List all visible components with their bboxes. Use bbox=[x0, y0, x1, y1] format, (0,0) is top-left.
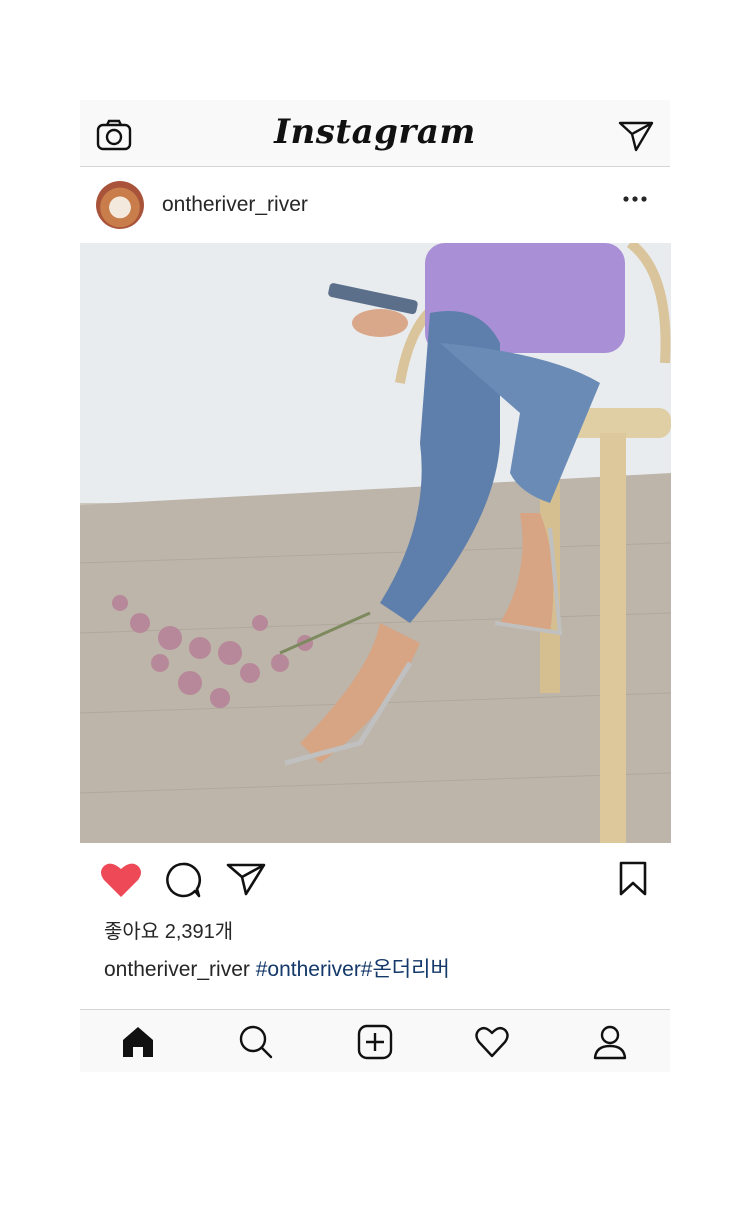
bookmark-icon[interactable] bbox=[618, 861, 648, 897]
caption-hashtags[interactable]: #ontheriver#온더리버 bbox=[256, 958, 450, 981]
share-icon[interactable] bbox=[226, 861, 266, 897]
app-logo: Instagram bbox=[274, 112, 476, 152]
post-username[interactable]: ontheriver_river bbox=[162, 193, 308, 217]
instagram-frame: Instagram ontheriver_river 좋아요 2,391개 on… bbox=[80, 100, 671, 1072]
post-actions bbox=[80, 843, 670, 917]
profile-icon[interactable] bbox=[592, 1024, 628, 1060]
caption-username[interactable]: ontheriver_river bbox=[104, 958, 250, 981]
photo-illustration bbox=[80, 243, 671, 843]
heart-icon[interactable] bbox=[100, 861, 142, 899]
send-icon[interactable] bbox=[618, 120, 654, 152]
bottom-nav bbox=[80, 1009, 670, 1072]
avatar[interactable] bbox=[96, 181, 144, 229]
top-bar: Instagram bbox=[80, 100, 670, 167]
activity-heart-icon[interactable] bbox=[474, 1024, 510, 1060]
more-options-icon[interactable] bbox=[622, 193, 648, 205]
likes-count[interactable]: 좋아요 2,391개 bbox=[80, 917, 670, 955]
caption: ontheriver_river #ontheriver#온더리버 bbox=[80, 955, 670, 1009]
post-header: ontheriver_river bbox=[80, 167, 670, 243]
add-post-icon[interactable] bbox=[357, 1024, 393, 1060]
home-icon[interactable] bbox=[120, 1024, 156, 1060]
search-icon[interactable] bbox=[238, 1024, 274, 1060]
comment-icon[interactable] bbox=[164, 861, 202, 899]
post-photo[interactable] bbox=[80, 243, 671, 843]
